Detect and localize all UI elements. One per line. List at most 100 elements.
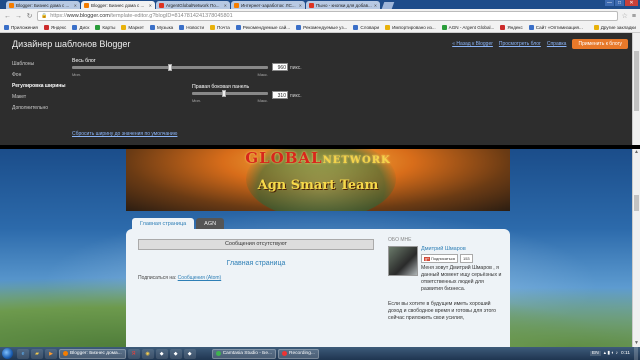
bookmark-label: Яндекс [507, 25, 523, 30]
tab-title: Пыно - кнопки для добав... [316, 2, 372, 8]
internet-explorer-icon[interactable]: e [17, 348, 29, 359]
disk-icon [72, 25, 78, 30]
back-arrow-icon[interactable]: ← [4, 13, 11, 20]
bookmark-item[interactable]: Импортировано из... [385, 25, 436, 30]
browser-tab[interactable]: Интернет-заработок: ЛС... ✕ [231, 1, 305, 9]
bookmark-item[interactable]: AGN - Argent Global... [441, 25, 495, 30]
designer-scrollbar[interactable] [632, 33, 640, 145]
folder-icon [593, 25, 599, 30]
chrome-taskbar-icon[interactable]: ◉ [141, 348, 154, 359]
app-icon[interactable]: ◆ [169, 348, 182, 359]
scroll-down-icon[interactable]: ▼ [633, 340, 640, 347]
language-indicator[interactable]: EN [590, 351, 601, 356]
browser-tab-active[interactable]: Blogger: Бизнес дома с ... ✕ [81, 1, 155, 9]
menu-background[interactable]: Фон [12, 72, 66, 78]
bookmark-item[interactable]: Словари [353, 25, 379, 30]
clock[interactable]: 0:11 [621, 351, 630, 356]
bookmark-label: AGN - Argent Global... [448, 25, 495, 30]
whole-blog-slider[interactable] [72, 64, 268, 71]
browser-tab[interactable]: ArgentGlobalNetwork По... ✕ [156, 1, 230, 9]
view-blog-link[interactable]: Просмотреть блог [499, 41, 541, 47]
bookmark-label: Маркет [128, 25, 144, 30]
bookmarks-bar: Приложения Яндекс Диск Карты Маркет Музы… [0, 23, 640, 33]
tray-icons[interactable]: ▴ ▮ ◐ ♪ [604, 351, 618, 356]
url-host: www.blogger.com [66, 13, 110, 19]
bookmark-star-icon[interactable]: ☆ [622, 12, 628, 20]
profile-name-link[interactable]: Дмитрий Шмаров [421, 246, 504, 252]
banner-title: GLOBALNETWORK [126, 149, 510, 167]
lock-icon: 🔒 [41, 13, 48, 19]
scroll-up-icon[interactable]: ▲ [633, 149, 640, 156]
right-sidebar-width-input[interactable]: 310 [272, 91, 288, 99]
designer-title: Дизайнер шаблонов Blogger [12, 39, 131, 49]
bookmark-item[interactable]: Маркет [121, 25, 144, 30]
forward-arrow-icon[interactable]: → [15, 13, 22, 20]
help-link[interactable]: Справка [547, 41, 567, 47]
menu-templates[interactable]: Шаблоны [12, 61, 66, 67]
menu-adjust-widths[interactable]: Регулировка ширины [12, 83, 66, 89]
about-text: Меня зовут Дмитрий Шмаров , я данный мом… [421, 265, 504, 293]
bookmark-item[interactable]: Сайт «Оптимизация... [528, 25, 583, 30]
back-to-blogger-link[interactable]: « Назад к Blogger [452, 41, 493, 47]
google-plus-icon: g+ [424, 256, 430, 261]
bookmark-item[interactable]: Почта [210, 25, 230, 30]
right-sidebar-slider-thumb[interactable] [221, 90, 226, 97]
bookmark-item[interactable]: Рекомендуемые сай... [235, 25, 290, 30]
bookmark-item[interactable]: Карты [95, 25, 115, 30]
reload-icon[interactable]: ↻ [26, 12, 33, 20]
tab-title: Интернет-заработок: ЛС... [241, 2, 296, 8]
browser-tab[interactable]: Blogger: Бизнес дома с ... ✕ [6, 1, 80, 9]
avatar[interactable] [388, 246, 418, 276]
close-tab-icon[interactable]: ✕ [224, 3, 227, 8]
menu-advanced[interactable]: Дополнительно [12, 105, 66, 111]
start-button-icon[interactable] [2, 348, 13, 359]
bookmark-label: Карты [102, 25, 116, 30]
taskbar-item-camtasia[interactable]: Camtasia Studio - Бе... [211, 348, 276, 359]
explorer-folder-icon[interactable]: ▰ [31, 348, 43, 359]
bookmark-item[interactable]: Яндекс [43, 25, 66, 30]
camtasia-icon [215, 351, 221, 356]
taskbar-item-recording[interactable]: Recording... [278, 348, 319, 359]
blog-preview: GLOBALNETWORK Agn Smart Team Главная стр… [0, 149, 632, 347]
yandex-browser-icon[interactable]: Я [127, 348, 140, 359]
maximize-icon[interactable]: □ [615, 0, 624, 6]
blog-header-banner[interactable]: GLOBALNETWORK Agn Smart Team [126, 149, 510, 211]
preview-scrollbar[interactable]: ▲ ▼ [632, 149, 640, 347]
close-window-icon[interactable]: ✕ [625, 0, 638, 6]
atom-feed-link[interactable]: Сообщения (Atom) [178, 275, 222, 281]
close-tab-icon[interactable]: ✕ [299, 3, 302, 8]
close-tab-icon[interactable]: ✕ [374, 3, 377, 8]
new-tab-button[interactable] [381, 2, 395, 9]
close-tab-icon[interactable]: ✕ [149, 3, 152, 8]
scrollbar-thumb[interactable] [634, 51, 639, 111]
follower-count: 153 [459, 254, 473, 263]
app-icon[interactable]: ◆ [155, 348, 168, 359]
scrollbar-thumb[interactable] [634, 195, 639, 211]
whole-blog-slider-thumb[interactable] [168, 64, 172, 71]
reset-widths-link[interactable]: Сбросить ширину до значения по умолчанию [72, 131, 177, 137]
browser-tab[interactable]: Пыно - кнопки для добав... ✕ [306, 1, 380, 9]
show-desktop-button[interactable] [634, 347, 638, 360]
site-icon [528, 25, 534, 30]
url-scheme: https:// [50, 13, 67, 19]
apply-to-blog-button[interactable]: Применить к блогу [572, 39, 628, 49]
url-input[interactable]: 🔒 https://www.blogger.com/template-edito… [37, 11, 618, 21]
home-page-link[interactable]: Главная страница [138, 260, 374, 267]
bookmark-item[interactable]: Яндекс [500, 25, 523, 30]
bookmark-item[interactable]: Новости [179, 25, 204, 30]
browser-menu-icon[interactable]: ≡ [632, 13, 636, 20]
bookmark-item[interactable]: Музыка [149, 25, 173, 30]
media-player-icon[interactable]: ▶ [45, 348, 57, 359]
bookmark-apps[interactable]: Приложения [4, 25, 38, 30]
follow-button[interactable]: g+ Подписаться [421, 254, 458, 263]
close-tab-icon[interactable]: ✕ [74, 3, 77, 8]
right-sidebar-slider[interactable] [192, 90, 268, 97]
bookmark-item[interactable]: Рекомендуемые уз... [296, 25, 347, 30]
other-bookmarks[interactable]: Другие закладки [593, 25, 636, 30]
menu-layout[interactable]: Макет [12, 94, 66, 100]
bookmark-item[interactable]: Диск [72, 25, 89, 30]
app-icon[interactable]: ◆ [183, 348, 196, 359]
whole-blog-width-input[interactable]: 960 [272, 63, 288, 71]
minimize-icon[interactable]: — [605, 0, 614, 6]
taskbar-item-blogger[interactable]: Blogger: Бизнес дома... [59, 348, 126, 359]
